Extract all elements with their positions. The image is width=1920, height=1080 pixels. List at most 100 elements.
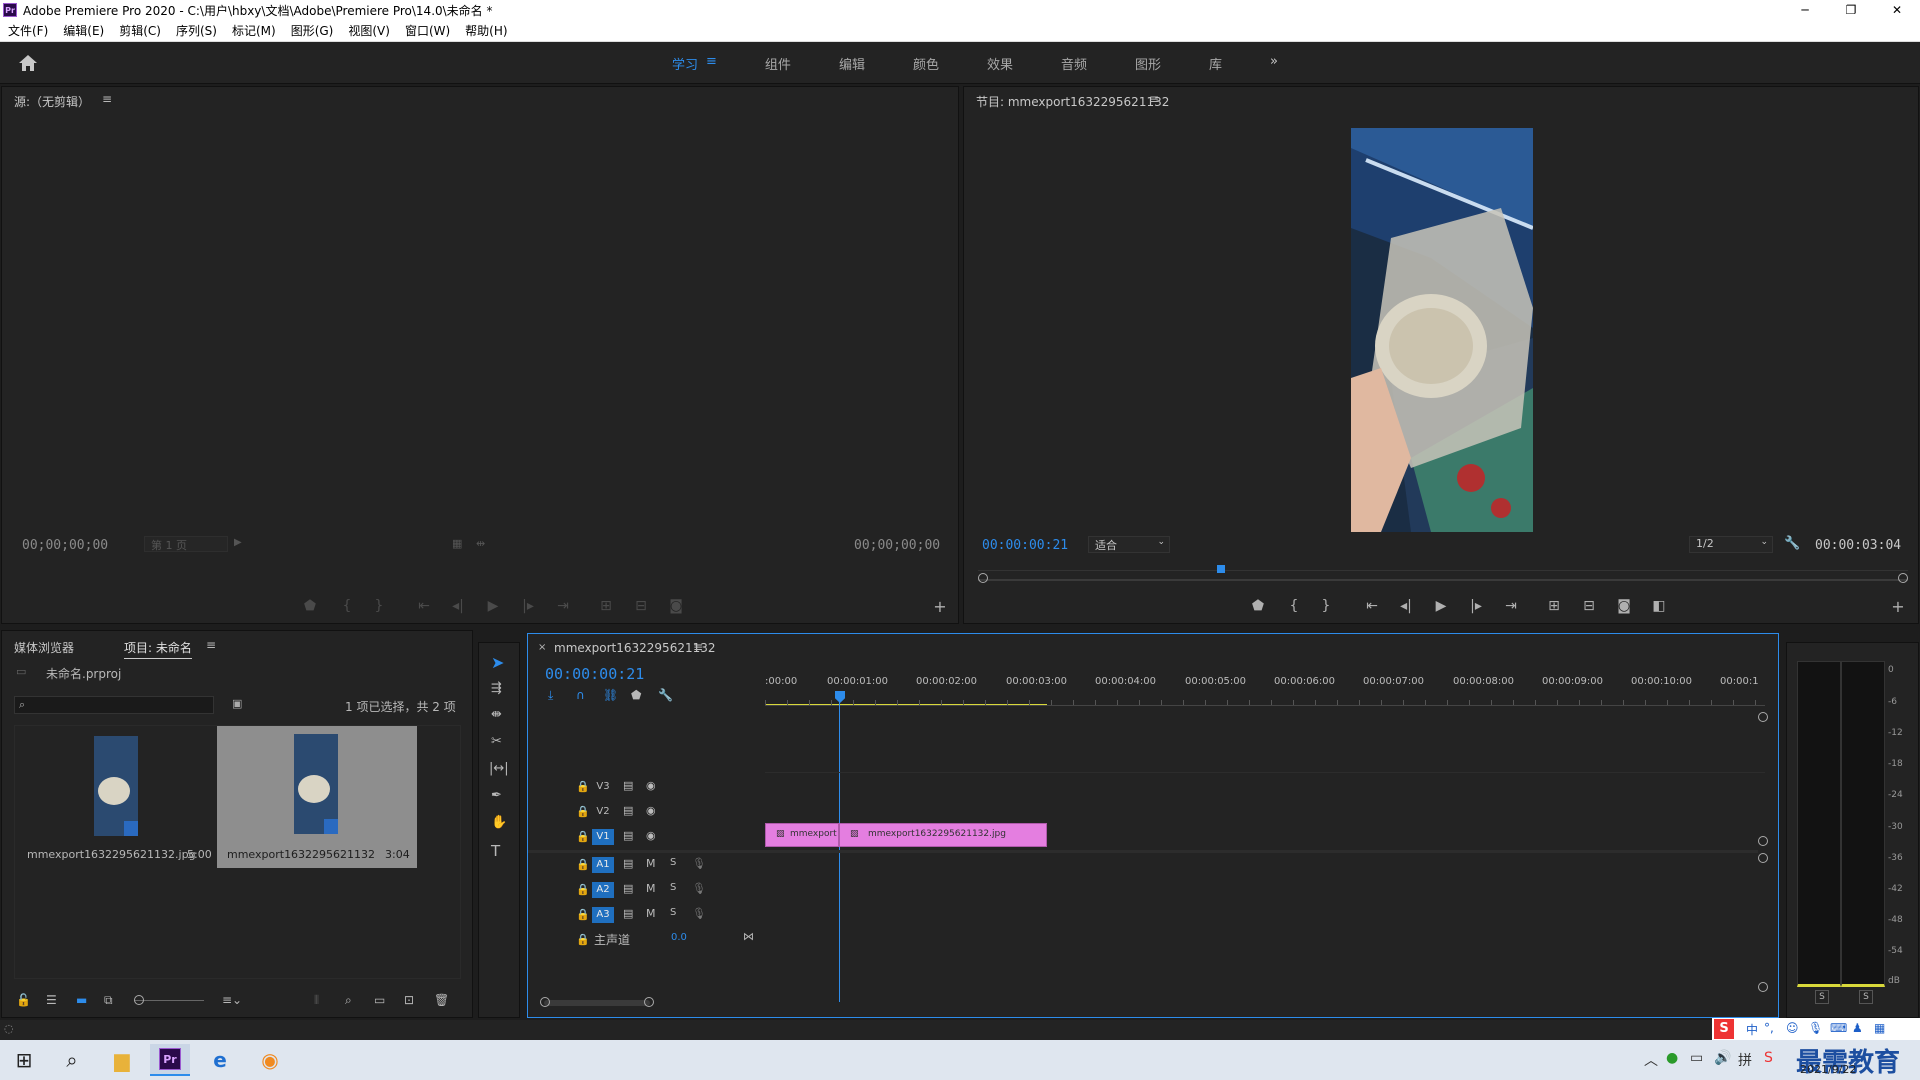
lock-icon[interactable]: 🔒: [576, 933, 590, 946]
edge-browser-icon[interactable]: e: [200, 1044, 240, 1076]
ime-skin-icon[interactable]: ♟: [1852, 1021, 1863, 1035]
zoom-handle-left[interactable]: [540, 997, 550, 1007]
project-search-input[interactable]: ⌕: [14, 696, 214, 714]
lift-icon[interactable]: ⊞: [1544, 598, 1564, 614]
drop-frame-icon[interactable]: ⇹: [476, 537, 485, 550]
go-to-in-icon[interactable]: ⇤: [414, 598, 434, 614]
ime-emoji-icon[interactable]: ☺: [1786, 1021, 1799, 1035]
sync-lock-icon[interactable]: ▤: [623, 857, 633, 870]
step-back-icon[interactable]: ◂|: [448, 598, 468, 614]
export-frame-icon[interactable]: ◙: [666, 598, 686, 614]
file-explorer-icon[interactable]: ▆: [102, 1044, 142, 1076]
time-ruler[interactable]: :00:00 00:00:01:00 00:00:02:00 00:00:03:…: [765, 676, 1765, 696]
panel-menu-icon[interactable]: ≡: [1149, 92, 1159, 106]
zoom-slider[interactable]: [134, 1000, 204, 1001]
tray-volume-icon[interactable]: 🔊: [1714, 1050, 1731, 1066]
ime-tools-icon[interactable]: ▦: [1874, 1021, 1885, 1035]
mute-button[interactable]: M: [646, 907, 656, 920]
lock-icon[interactable]: 🔒: [576, 780, 590, 793]
lock-icon[interactable]: 🔒: [576, 858, 590, 871]
source-page-select[interactable]: 第 1 页: [144, 536, 228, 552]
meter-solo-right[interactable]: S: [1859, 990, 1873, 1004]
master-track-value[interactable]: 0.0: [671, 932, 687, 943]
sync-lock-icon[interactable]: ▤: [623, 907, 633, 920]
tray-input-icon[interactable]: 拼: [1738, 1050, 1752, 1070]
eye-icon[interactable]: ◉: [646, 804, 656, 817]
trash-icon[interactable]: 🗑: [434, 993, 449, 1007]
ime-voice-icon[interactable]: 🎙: [1808, 1021, 1823, 1035]
video-scroll-handle[interactable]: [1758, 712, 1768, 722]
eye-icon[interactable]: ◉: [646, 779, 656, 792]
workspace-tab-editing[interactable]: 编辑: [839, 54, 865, 73]
timeline-zoom-bar[interactable]: [544, 1000, 650, 1006]
go-to-edit-icon[interactable]: ⋈: [743, 930, 754, 943]
tab-media-browser[interactable]: 媒体浏览器: [14, 639, 74, 656]
menu-marker[interactable]: 标记(M): [232, 22, 276, 39]
extract-icon[interactable]: ⊟: [1579, 598, 1599, 614]
new-item-icon[interactable]: ⊡: [404, 993, 414, 1007]
step-back-icon[interactable]: ◂|: [1396, 598, 1416, 614]
pen-tool-icon[interactable]: ✒: [491, 788, 502, 803]
timeline-clip[interactable]: ▨ mmexport1632295621132.jpg: [839, 823, 1047, 847]
go-to-out-icon[interactable]: ⇥: [1501, 598, 1521, 614]
panel-menu-icon[interactable]: ≡: [693, 640, 703, 654]
project-item[interactable]: mmexport1632295621132.jpg 5:00: [17, 728, 215, 868]
project-item-selected[interactable]: mmexport1632295621132 3:04: [217, 726, 417, 868]
microphone-icon[interactable]: 🎙: [692, 882, 706, 895]
slip-tool-icon[interactable]: |↔|: [489, 761, 509, 776]
track-name-a1[interactable]: A1: [592, 857, 614, 873]
icon-view-icon[interactable]: ▬: [76, 993, 87, 1007]
workspace-tab-graphics[interactable]: 图形: [1135, 54, 1161, 73]
zoom-fit-select[interactable]: 适合 ⌄: [1088, 536, 1170, 553]
program-zoom-bar[interactable]: [978, 579, 1908, 581]
timeline-clip[interactable]: ▨ mmexport: [765, 823, 839, 847]
workspace-tab-menu-icon[interactable]: ≡: [706, 54, 717, 73]
track-name-v2[interactable]: V2: [592, 804, 614, 820]
add-marker-icon[interactable]: ⬟: [1248, 598, 1268, 614]
workspace-tab-libraries[interactable]: 库: [1209, 54, 1222, 73]
insert-sequence-nest-icon[interactable]: ⤓: [548, 688, 553, 703]
search-icon[interactable]: ⌕: [52, 1044, 92, 1076]
mark-in-icon[interactable]: {: [1284, 598, 1304, 614]
more-workspaces-icon[interactable]: »: [1270, 54, 1278, 73]
insert-icon[interactable]: ⊞: [596, 598, 616, 614]
menu-edit[interactable]: 编辑(E): [63, 22, 104, 39]
mute-button[interactable]: M: [646, 857, 656, 870]
timeline-timecode[interactable]: 00:00:00:21: [545, 665, 644, 683]
menu-graphics[interactable]: 图形(G): [291, 22, 334, 39]
workspace-tab-effects[interactable]: 效果: [987, 54, 1013, 73]
sync-lock-icon[interactable]: ▤: [623, 804, 633, 817]
mute-button[interactable]: M: [646, 882, 656, 895]
track-name-a3[interactable]: A3: [592, 907, 614, 923]
workspace-tab-audio[interactable]: 音频: [1061, 54, 1087, 73]
track-name-v3[interactable]: V3: [592, 779, 614, 795]
menu-file[interactable]: 文件(F): [8, 22, 48, 39]
linked-selection-icon[interactable]: ⛓: [603, 688, 618, 702]
sort-icon[interactable]: ≡⌄: [222, 993, 242, 1007]
new-search-bin-icon[interactable]: ▣: [232, 697, 242, 710]
overwrite-icon[interactable]: ⊟: [631, 598, 651, 614]
menu-window[interactable]: 窗口(W): [405, 22, 450, 39]
mark-in-icon[interactable]: {: [337, 598, 357, 614]
audio-scroll-handle[interactable]: [1758, 982, 1768, 992]
lock-icon[interactable]: 🔒: [576, 830, 590, 843]
ripple-edit-tool-icon[interactable]: ⇼: [491, 707, 502, 722]
menu-clip[interactable]: 剪辑(C): [119, 22, 161, 39]
audio-scroll-handle[interactable]: [1758, 853, 1768, 863]
resolution-select[interactable]: 1/2 ⌄: [1689, 536, 1773, 553]
video-scroll-handle[interactable]: [1758, 836, 1768, 846]
step-forward-icon[interactable]: |▸: [1466, 598, 1486, 614]
sogou-logo-icon[interactable]: S: [1714, 1019, 1734, 1039]
ime-keyboard-icon[interactable]: ⌨: [1830, 1021, 1847, 1035]
lock-icon[interactable]: 🔒: [576, 908, 590, 921]
snap-icon[interactable]: ∩: [576, 688, 585, 702]
button-editor-add-icon[interactable]: +: [1888, 597, 1908, 616]
home-icon[interactable]: [18, 54, 38, 72]
play-icon[interactable]: ▶: [1431, 598, 1451, 614]
zoom-slider-handle[interactable]: [134, 995, 144, 1005]
lock-icon[interactable]: 🔓: [16, 993, 31, 1007]
workspace-tab-learn[interactable]: 学习: [672, 54, 698, 73]
go-to-out-icon[interactable]: ⇥: [553, 598, 573, 614]
minimize-icon[interactable]: ─: [1782, 0, 1828, 20]
ime-language-label[interactable]: 中: [1746, 1021, 1758, 1038]
